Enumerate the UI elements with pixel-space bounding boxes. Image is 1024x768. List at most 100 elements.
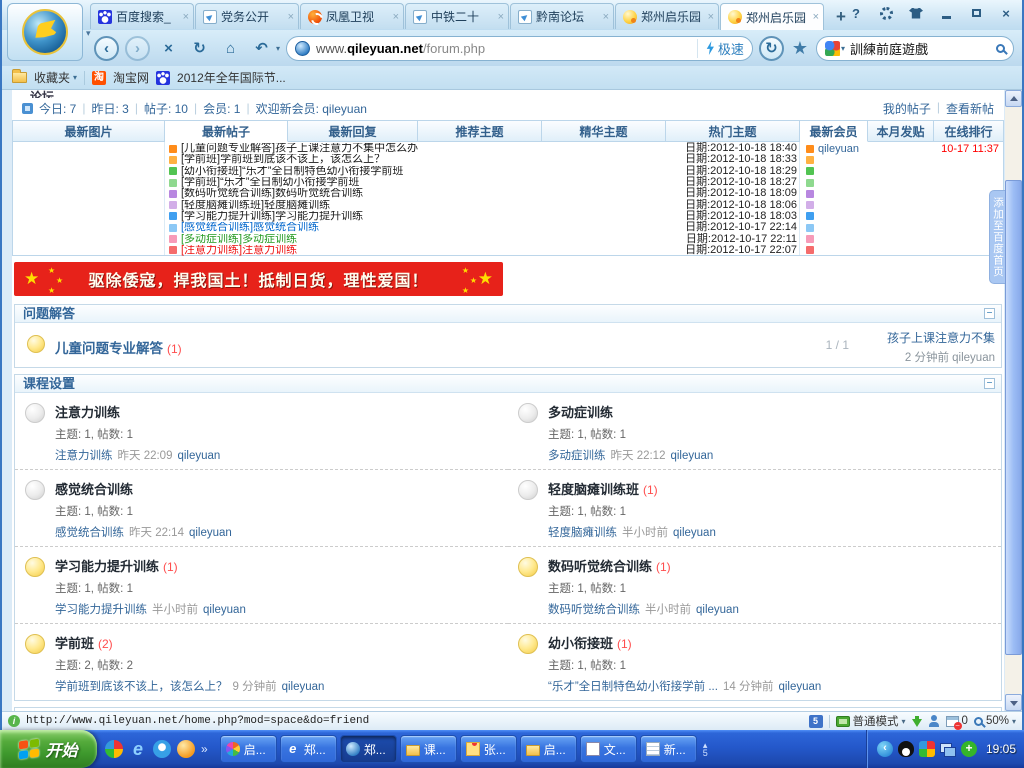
task-folder-qi[interactable]: 启... xyxy=(520,735,577,763)
skin-icon[interactable] xyxy=(909,8,923,19)
ql-360-icon[interactable] xyxy=(105,740,123,758)
tab-latest-posts[interactable]: 最新帖子 xyxy=(165,120,288,142)
scroll-up-button[interactable] xyxy=(1005,90,1022,107)
toggle-stats-icon[interactable] xyxy=(22,103,33,114)
post-link[interactable]: [多动症训练]多动症训练 xyxy=(181,234,682,245)
last-post-link[interactable]: 孩子上课注意力不集 xyxy=(863,329,995,346)
favorites-label[interactable]: 收藏夹 xyxy=(34,69,70,86)
network-icon[interactable] xyxy=(940,741,956,757)
tab-online-rank[interactable]: 在线排行 xyxy=(934,120,1004,142)
home-button[interactable]: ⌂ xyxy=(218,36,243,61)
undo-closed-button[interactable]: ↶ xyxy=(249,36,274,61)
tab-dangwu[interactable]: 党务公开× xyxy=(195,3,299,29)
last-post-link[interactable]: 学前班到底该不该上，该怎么上？ xyxy=(55,681,228,693)
forum-link[interactable]: 学前班(2) xyxy=(55,633,324,652)
search-icon[interactable] xyxy=(996,44,1005,53)
help-icon[interactable]: ? xyxy=(846,4,866,22)
task-folder-ke[interactable]: 课... xyxy=(400,735,457,763)
speed-mode-button[interactable]: 极速 xyxy=(697,39,744,58)
tab-month-posts[interactable]: 本月发贴 xyxy=(868,120,934,142)
tab-close-icon[interactable]: × xyxy=(393,11,399,23)
post-link[interactable]: [感觉统合训练]感觉统合训练 xyxy=(181,222,681,233)
browser-logo-button[interactable] xyxy=(7,3,83,61)
undo-dropdown-arrow[interactable]: ▾ xyxy=(276,44,280,53)
last-post-user[interactable]: qileyuan xyxy=(282,681,325,693)
stop-button[interactable]: × xyxy=(156,36,181,61)
forum-link[interactable]: 幼小衔接班(1) xyxy=(548,633,821,652)
post-link[interactable]: [学习能力提升训练]学习能力提升训练 xyxy=(181,211,681,222)
tab-qileyuan-1[interactable]: 郑州启乐园× xyxy=(615,3,719,29)
tab-essence[interactable]: 精华主题 xyxy=(542,120,666,142)
ql-messenger-icon[interactable] xyxy=(153,740,171,758)
collapse-icon[interactable]: – xyxy=(984,378,995,389)
language-indicator[interactable]: ▴5 xyxy=(703,741,708,757)
scrollbar-thumb[interactable] xyxy=(1005,180,1022,655)
forum-link[interactable]: 儿童问题专业解答(1) xyxy=(55,337,182,357)
logo-dropdown-arrow[interactable]: ▾ xyxy=(86,28,91,39)
search-box[interactable]: ▾ 訓練前庭遊戲 xyxy=(816,36,1014,61)
post-link[interactable]: [学前班]学前班到底该不该上，该怎么上？ xyxy=(181,154,681,165)
ql-app-icon[interactable] xyxy=(177,740,195,758)
task-ie-window[interactable]: e郑... xyxy=(280,735,337,763)
forum-link[interactable]: 感觉统合训练 xyxy=(55,479,232,498)
scroll-down-button[interactable] xyxy=(1005,694,1022,711)
forum-link[interactable]: 学习能力提升训练(1) xyxy=(55,556,246,575)
forum-link[interactable]: 轻度脑瘫训练班(1) xyxy=(548,479,716,498)
post-link[interactable]: [注意力训练]注意力训练 xyxy=(181,245,681,256)
last-post-link[interactable]: 感觉统合训练 xyxy=(55,527,124,539)
my-posts-link[interactable]: 我的帖子 xyxy=(883,100,931,117)
last-post-user[interactable]: qileyuan xyxy=(189,527,232,539)
favorite-taobao[interactable]: 淘宝网 xyxy=(113,69,149,86)
start-button[interactable]: 开始 xyxy=(0,730,97,768)
task-word-doc[interactable]: W文... xyxy=(580,735,637,763)
ql-ie-icon[interactable]: e xyxy=(129,740,147,758)
add-to-baidu-home-tab[interactable]: 添加至百度首页 xyxy=(989,190,1005,284)
member-link[interactable]: qileyuan xyxy=(818,143,937,155)
last-post-link[interactable]: 轻度脑瘫训练 xyxy=(548,527,617,539)
quick-launch-overflow-chevron[interactable]: » xyxy=(201,742,208,756)
post-link[interactable]: [学前班]“乐才”全日制幼小衔接学前班 xyxy=(181,177,681,188)
favorite-star-icon[interactable]: ★ xyxy=(790,38,810,59)
tab-recommended[interactable]: 推荐主题 xyxy=(418,120,542,142)
popup-blocker[interactable]: 0 xyxy=(946,715,968,727)
minimize-button[interactable] xyxy=(936,4,956,22)
post-link[interactable]: [幼小衔接班]“乐才”全日制特色幼小衔接学前班 xyxy=(181,166,681,177)
task-browser-active[interactable]: 郑... xyxy=(340,735,397,763)
back-button[interactable]: ‹ xyxy=(94,36,119,61)
tools-icon[interactable] xyxy=(880,7,893,20)
tab-close-icon[interactable]: × xyxy=(603,11,609,23)
tab-close-icon[interactable]: × xyxy=(498,11,504,23)
collapse-icon[interactable]: – xyxy=(984,308,995,319)
favorite-festival[interactable]: 2012年全年国际节... xyxy=(177,69,286,86)
last-post-user[interactable]: qileyuan xyxy=(203,604,246,616)
zoom-control[interactable]: 50%▾ xyxy=(974,715,1016,727)
last-post-link[interactable]: 注意力训练 xyxy=(55,450,113,462)
last-post-link[interactable]: 多动症训练 xyxy=(548,450,606,462)
download-icon[interactable] xyxy=(912,719,922,727)
tab-latest-images[interactable]: 最新图片 xyxy=(12,120,165,142)
safety-icon[interactable]: + xyxy=(961,741,977,757)
media-icon[interactable] xyxy=(919,741,935,757)
address-text[interactable]: www.qileyuan.net/forum.php xyxy=(316,41,691,56)
shop-icon[interactable]: 5 xyxy=(809,715,823,728)
account-icon[interactable] xyxy=(928,715,940,727)
forum-link[interactable]: 注意力训练 xyxy=(55,402,220,421)
patriotic-banner[interactable]: ★ ★ ★ ★ 驱除倭寇，捍我国土！抵制日货，理性爱国！ ★ ★ ★ ★ xyxy=(14,262,503,296)
tab-hot-topics[interactable]: 热门主题 xyxy=(666,120,800,142)
forum-link[interactable]: 多动症训练 xyxy=(548,402,713,421)
tab-zhongtie[interactable]: 中铁二十× xyxy=(405,3,509,29)
search-engine-dropdown[interactable]: ▾ xyxy=(841,44,845,53)
tab-close-icon[interactable]: × xyxy=(183,11,189,23)
qq-icon[interactable] xyxy=(898,741,914,757)
tab-qiannan[interactable]: 黔南论坛× xyxy=(510,3,614,29)
last-post-user[interactable]: qileyuan xyxy=(177,450,220,462)
forum-link[interactable]: 数码听觉统合训练(1) xyxy=(548,556,739,575)
task-notepad[interactable]: 新... xyxy=(640,735,697,763)
post-link[interactable]: [数码听觉统合训练]数码听觉统合训练 xyxy=(181,188,681,199)
tray-collapse-icon[interactable]: ‹ xyxy=(877,741,893,757)
tab-close-icon[interactable]: × xyxy=(288,11,294,23)
post-link[interactable]: [轻度脑瘫训练班]轻度脑瘫训练 xyxy=(181,200,681,211)
restore-button[interactable] xyxy=(966,4,986,22)
view-new-posts-link[interactable]: 查看新帖 xyxy=(946,100,994,117)
forward-button[interactable]: › xyxy=(125,36,150,61)
